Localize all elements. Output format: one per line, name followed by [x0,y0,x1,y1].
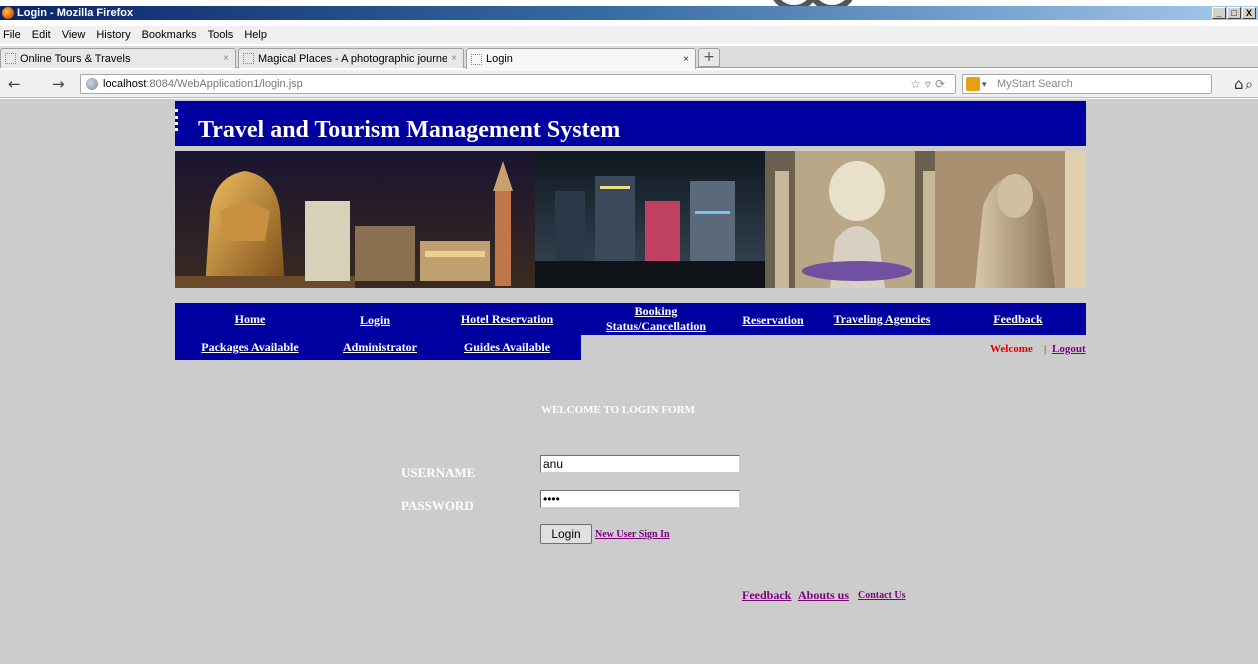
tab-label: Login [486,53,513,65]
nav-administrator-link[interactable]: Administrator [337,340,423,354]
web-page: Travel and Tourism Management System Hom… [0,99,1258,664]
window-controls: _ □ X [1212,7,1256,19]
tab-label: Magical Places - A photographic journey … [258,52,448,65]
new-user-signup-link[interactable]: New User Sign In [595,529,670,540]
menu-bar: File Edit View History Bookmarks Tools H… [0,26,1258,44]
back-arrow-icon[interactable]: ← [8,75,21,93]
separator: | [1044,343,1047,355]
header-dots [175,109,178,131]
globe-icon [86,78,98,90]
password-field[interactable]: •••• [540,490,740,508]
close-window-button[interactable]: X [1242,7,1256,19]
tab-online-tours[interactable]: Online Tours & Travels × [0,48,236,68]
nav-status-cancellation-link[interactable]: Status/Cancellation [601,319,711,333]
nav-login-link[interactable]: Login [350,313,400,327]
page-favicon-icon [243,53,254,64]
main-nav: Home Login Hotel Reservation Booking Sta… [175,303,1086,335]
nav-guides-available-link[interactable]: Guides Available [458,340,556,354]
tab-login[interactable]: Login × [466,48,696,69]
maximize-button[interactable]: □ [1227,7,1241,19]
nav-booking-link[interactable]: Booking [601,304,711,318]
banner-collage [175,151,1086,288]
page-favicon-icon [471,53,482,65]
address-bar[interactable]: localhost:8084/WebApplication1/login.jsp… [80,74,956,94]
url-path: :8084/WebApplication1/login.jsp [146,78,303,90]
search-engine-icon[interactable] [966,77,980,91]
nav-traveling-agencies-link[interactable]: Traveling Agencies [829,312,935,326]
password-label: PASSWORD [401,498,474,513]
tab-close-icon[interactable]: × [223,53,229,64]
tab-label: Online Tours & Travels [20,52,131,65]
search-bar[interactable]: ▾ MyStart Search ⌕ [962,74,1253,94]
forward-arrow-icon[interactable]: → [52,75,65,93]
menu-history[interactable]: History [96,29,130,41]
secondary-nav: Packages Available Administrator Guides … [175,335,581,360]
menu-help[interactable]: Help [244,29,267,41]
tab-close-icon[interactable]: × [683,54,689,65]
nav-hotel-reservation-link[interactable]: Hotel Reservation [455,312,559,326]
form-title: WELCOME TO LOGIN FORM [541,404,695,416]
navigation-toolbar: ← → localhost:8084/WebApplication1/login… [0,70,1258,98]
username-label: USERNAME [401,465,476,480]
menu-bookmarks[interactable]: Bookmarks [142,29,197,41]
page-favicon-icon [5,53,16,64]
login-button[interactable]: Login [540,524,592,544]
firefox-icon [2,7,14,19]
menu-view[interactable]: View [62,29,86,41]
footer-feedback-link[interactable]: Feedback [742,588,791,603]
chevron-down-icon[interactable]: ▾ [982,75,987,93]
url-host: localhost [103,78,147,90]
tab-strip: Online Tours & Travels × Magical Places … [0,46,1258,69]
username-field[interactable]: anu [540,455,740,473]
logout-link[interactable]: Logout [1052,343,1086,355]
menu-file[interactable]: File [3,29,21,41]
nav-reservation-link[interactable]: Reservation [738,313,808,327]
home-icon[interactable]: ⌂ [1234,75,1244,93]
site-header: Travel and Tourism Management System [175,101,1086,146]
footer-contact-us-link[interactable]: Contact Us [858,590,906,601]
menu-edit[interactable]: Edit [32,29,51,41]
banner-image [175,151,1086,288]
menu-tools[interactable]: Tools [208,29,234,41]
bookmark-star-reload-icons[interactable]: ☆▿⟳ [910,75,949,93]
search-placeholder: MyStart Search [997,78,1073,90]
footer-abouts-us-link[interactable]: Abouts us [798,588,849,603]
tab-magical-places[interactable]: Magical Places - A photographic journey … [238,48,464,68]
window-titlebar: Login - Mozilla Firefox _ □ X [0,6,1258,20]
window-title: Login - Mozilla Firefox [17,7,134,19]
nav-feedback-link[interactable]: Feedback [987,312,1049,326]
site-title: Travel and Tourism Management System [198,117,621,143]
nav-home-link[interactable]: Home [222,312,278,326]
search-icon[interactable]: ⌕ [1245,75,1253,93]
minimize-button[interactable]: _ [1212,7,1226,19]
welcome-text: Welcome [990,343,1033,355]
tab-close-icon[interactable]: × [451,53,457,64]
nav-packages-available-link[interactable]: Packages Available [195,340,305,354]
new-tab-button[interactable]: + [698,48,720,67]
